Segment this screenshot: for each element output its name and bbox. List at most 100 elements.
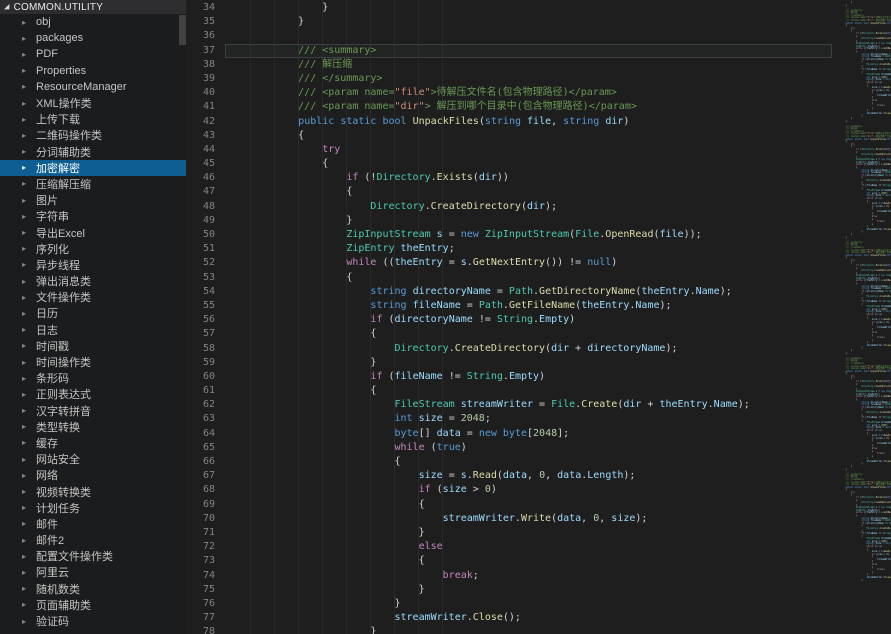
line-number[interactable]: 59 bbox=[186, 356, 225, 370]
code-line-content[interactable]: ZipInputStream s = new ZipInputStream(Fi… bbox=[225, 228, 832, 242]
sidebar-item-页面辅助类[interactable]: ▸页面辅助类 bbox=[0, 597, 186, 613]
chevron-right-icon[interactable]: ▸ bbox=[22, 196, 30, 205]
line-number[interactable]: 36 bbox=[186, 29, 225, 43]
code-line-content[interactable]: int size = 2048; bbox=[225, 412, 832, 426]
sidebar-item-条形码[interactable]: ▸条形码 bbox=[0, 370, 186, 386]
chevron-right-icon[interactable]: ▸ bbox=[22, 325, 30, 334]
sidebar-item-网络[interactable]: ▸网络 bbox=[0, 467, 186, 483]
sidebar-root-node[interactable]: ◢ COMMON.UTILITY bbox=[0, 0, 186, 14]
sidebar-item-验证码[interactable]: ▸验证码 bbox=[0, 613, 186, 629]
line-number[interactable]: 77 bbox=[186, 611, 225, 625]
chevron-right-icon[interactable]: ▸ bbox=[22, 422, 30, 431]
line-number[interactable]: 55 bbox=[186, 299, 225, 313]
line-number[interactable]: 60 bbox=[186, 370, 225, 384]
chevron-right-icon[interactable]: ▸ bbox=[22, 179, 30, 188]
sidebar-item-压缩解压缩[interactable]: ▸压缩解压缩 bbox=[0, 176, 186, 192]
code-line-content[interactable]: if (size > 0) bbox=[225, 483, 832, 497]
code-line-content[interactable] bbox=[225, 29, 832, 43]
code-line-content[interactable]: streamWriter.Close(); bbox=[225, 611, 832, 625]
sidebar-item-时间操作类[interactable]: ▸时间操作类 bbox=[0, 354, 186, 370]
line-number[interactable]: 70 bbox=[186, 512, 225, 526]
line-number[interactable]: 44 bbox=[186, 143, 225, 157]
line-number[interactable]: 69 bbox=[186, 498, 225, 512]
line-number[interactable]: 68 bbox=[186, 483, 225, 497]
code-line-content[interactable]: string fileName = Path.GetFileName(theEn… bbox=[225, 299, 832, 313]
chevron-right-icon[interactable]: ▸ bbox=[22, 552, 30, 561]
chevron-right-icon[interactable]: ▸ bbox=[22, 163, 30, 172]
code-line-content[interactable]: { bbox=[225, 554, 832, 568]
sidebar-item-上传下载[interactable]: ▸上传下载 bbox=[0, 111, 186, 127]
line-number[interactable]: 62 bbox=[186, 398, 225, 412]
code-line-content[interactable]: size = s.Read(data, 0, data.Length); bbox=[225, 469, 832, 483]
line-number[interactable]: 67 bbox=[186, 469, 225, 483]
line-number[interactable]: 50 bbox=[186, 228, 225, 242]
code-line-content[interactable]: } bbox=[225, 526, 832, 540]
chevron-right-icon[interactable]: ▸ bbox=[22, 438, 30, 447]
sidebar-item-序列化[interactable]: ▸序列化 bbox=[0, 241, 186, 257]
line-number[interactable]: 71 bbox=[186, 526, 225, 540]
sidebar-item-类型转换[interactable]: ▸类型转换 bbox=[0, 419, 186, 435]
line-number[interactable]: 64 bbox=[186, 427, 225, 441]
chevron-right-icon[interactable]: ▸ bbox=[22, 309, 30, 318]
sidebar-item-异步线程[interactable]: ▸异步线程 bbox=[0, 257, 186, 273]
chevron-right-icon[interactable]: ▸ bbox=[22, 584, 30, 593]
chevron-right-icon[interactable]: ▸ bbox=[22, 536, 30, 545]
sidebar-item-时间戳[interactable]: ▸时间戳 bbox=[0, 338, 186, 354]
line-number[interactable]: 48 bbox=[186, 200, 225, 214]
code-line-content[interactable]: { bbox=[225, 327, 832, 341]
code-line-content[interactable]: } bbox=[225, 625, 832, 634]
code-line-content[interactable]: { bbox=[225, 157, 832, 171]
sidebar-item-XML操作类[interactable]: ▸XML操作类 bbox=[0, 95, 186, 111]
chevron-right-icon[interactable]: ▸ bbox=[22, 99, 30, 108]
sidebar-item-视频转换类[interactable]: ▸视频转换类 bbox=[0, 483, 186, 499]
code-line-content[interactable]: Directory.CreateDirectory(dir + director… bbox=[225, 342, 832, 356]
sidebar-item-日历[interactable]: ▸日历 bbox=[0, 305, 186, 321]
chevron-right-icon[interactable]: ▸ bbox=[22, 66, 30, 75]
code-line-content[interactable]: ZipEntry theEntry; bbox=[225, 242, 832, 256]
chevron-right-icon[interactable]: ▸ bbox=[22, 82, 30, 91]
code-line-content[interactable]: else bbox=[225, 540, 832, 554]
sidebar-item-正则表达式[interactable]: ▸正则表达式 bbox=[0, 386, 186, 402]
chevron-right-icon[interactable]: ▸ bbox=[22, 131, 30, 140]
code-line-content[interactable]: } bbox=[225, 214, 832, 228]
chevron-right-icon[interactable]: ▸ bbox=[22, 471, 30, 480]
code-line-content[interactable]: { bbox=[225, 185, 832, 199]
line-number[interactable]: 45 bbox=[186, 157, 225, 171]
sidebar-item-邮件[interactable]: ▸邮件 bbox=[0, 516, 186, 532]
line-number[interactable]: 75 bbox=[186, 583, 225, 597]
code-line-content[interactable]: { bbox=[225, 498, 832, 512]
line-number[interactable]: 65 bbox=[186, 441, 225, 455]
sidebar-item-导出Excel[interactable]: ▸导出Excel bbox=[0, 224, 186, 240]
sidebar-item-网站安全[interactable]: ▸网站安全 bbox=[0, 451, 186, 467]
line-number[interactable]: 43 bbox=[186, 129, 225, 143]
sidebar-item-邮件2[interactable]: ▸邮件2 bbox=[0, 532, 186, 548]
chevron-right-icon[interactable]: ▸ bbox=[22, 519, 30, 528]
line-number[interactable]: 66 bbox=[186, 455, 225, 469]
line-number[interactable]: 76 bbox=[186, 597, 225, 611]
line-number[interactable]: 38 bbox=[186, 58, 225, 72]
sidebar-item-加密解密[interactable]: ▸加密解密 bbox=[0, 160, 186, 176]
chevron-right-icon[interactable]: ▸ bbox=[22, 260, 30, 269]
sidebar-item-Properties[interactable]: ▸Properties bbox=[0, 63, 186, 79]
sidebar-item-obj[interactable]: ▸obj bbox=[0, 14, 186, 30]
sidebar-item-分词辅助类[interactable]: ▸分词辅助类 bbox=[0, 144, 186, 160]
chevron-right-icon[interactable]: ▸ bbox=[22, 228, 30, 237]
line-number[interactable]: 58 bbox=[186, 342, 225, 356]
sidebar-item-配置文件操作类[interactable]: ▸配置文件操作类 bbox=[0, 548, 186, 564]
code-line-content[interactable]: if (fileName != String.Empty) bbox=[225, 370, 832, 384]
chevron-right-icon[interactable]: ▸ bbox=[22, 390, 30, 399]
line-number[interactable]: 53 bbox=[186, 271, 225, 285]
code-line-content[interactable]: string directoryName = Path.GetDirectory… bbox=[225, 285, 832, 299]
sidebar-item-packages[interactable]: ▸packages bbox=[0, 30, 186, 46]
code-line-content[interactable]: /// <param name="file">待解压文件名(包含物理路径)</p… bbox=[225, 86, 832, 100]
code-line-content[interactable]: public static bool UnpackFiles(string fi… bbox=[225, 115, 832, 129]
code-line-content[interactable]: /// </summary> bbox=[225, 72, 832, 86]
line-number[interactable]: 42 bbox=[186, 115, 225, 129]
code-line-content[interactable]: while ((theEntry = s.GetNextEntry()) != … bbox=[225, 256, 832, 270]
sidebar-item-ResourceManager[interactable]: ▸ResourceManager bbox=[0, 79, 186, 95]
line-number[interactable]: 54 bbox=[186, 285, 225, 299]
code-line-content[interactable]: if (directoryName != String.Empty) bbox=[225, 313, 832, 327]
sidebar-item-图片[interactable]: ▸图片 bbox=[0, 192, 186, 208]
code-line-content[interactable]: { bbox=[225, 384, 832, 398]
chevron-right-icon[interactable]: ▸ bbox=[22, 374, 30, 383]
